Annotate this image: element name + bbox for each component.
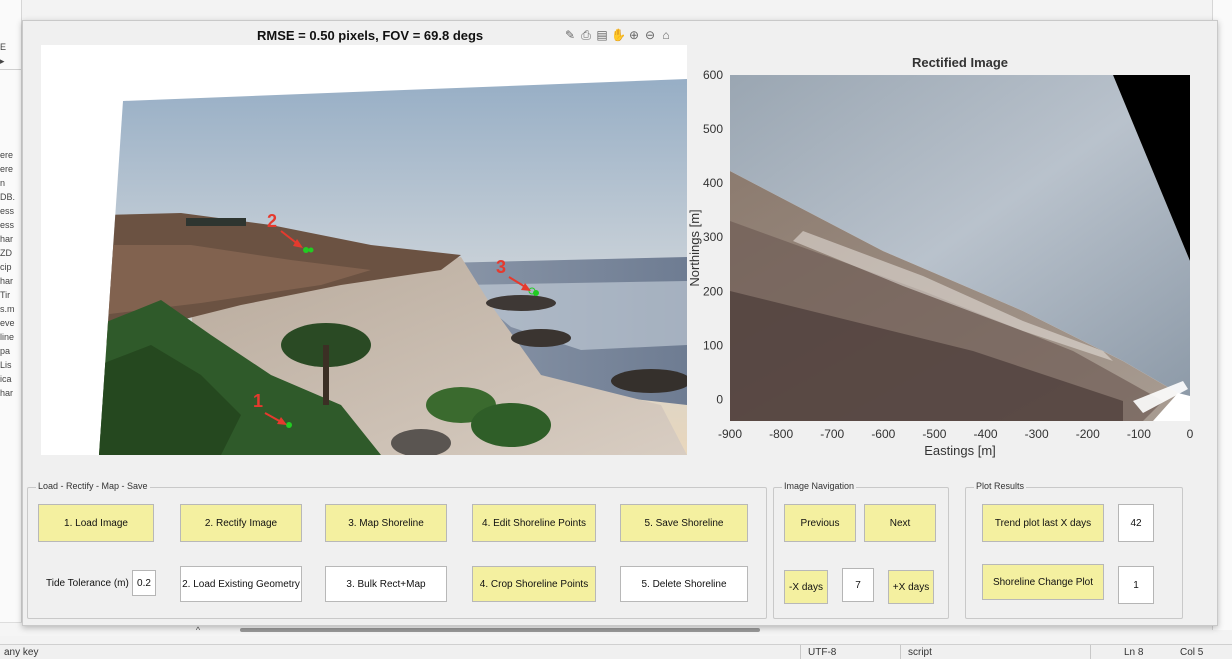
trend-plot-button[interactable]: Trend plot last X days xyxy=(982,504,1104,542)
ide-code-fragments: ere ere n DB. ess ess har ZD cip har Tir s.m eve line… xyxy=(0,70,21,400)
tide-tolerance-input[interactable]: 0.2 xyxy=(132,570,156,596)
x-tick-label: -900 xyxy=(718,427,742,441)
ide-code-fragment: line xyxy=(0,332,15,342)
x-axis-label: Eastings [m] xyxy=(924,443,996,458)
crop-shoreline-points-button[interactable]: 4. Crop Shoreline Points xyxy=(472,566,596,602)
ide-code-fragment: har xyxy=(0,234,14,244)
load-image-button[interactable]: 1. Load Image xyxy=(38,504,154,542)
status-column: Col 5 xyxy=(1180,647,1204,658)
panel-title-nav: Image Navigation xyxy=(782,481,857,491)
ide-code-fragment: Lis xyxy=(0,360,12,370)
beach-photo xyxy=(99,79,687,455)
status-line: Ln 8 xyxy=(1124,647,1144,658)
next-image-button[interactable]: Next xyxy=(864,504,936,542)
ide-code-fragment: s.m xyxy=(0,304,15,314)
ide-code-fragment: pa xyxy=(0,346,11,356)
zoom-in-icon[interactable]: ⊕ xyxy=(627,27,641,43)
y-tick-label: 400 xyxy=(703,176,723,190)
y-axis-ticks: 0 100 200 300 400 500 600 xyxy=(703,68,723,406)
x-tick-label: -100 xyxy=(1127,427,1151,441)
tide-tolerance-label: Tide Tolerance (m) xyxy=(46,578,129,589)
ide-code-fragment: Tir xyxy=(0,290,11,300)
x-tick-label: -400 xyxy=(974,427,998,441)
gcp-label-2: 2 xyxy=(267,211,277,231)
home-icon[interactable]: ⌂ xyxy=(659,27,673,43)
image-axes-title: RMSE = 0.50 pixels, FOV = 69.8 degs xyxy=(257,28,484,43)
rectify-image-button[interactable]: 2. Rectify Image xyxy=(180,504,302,542)
gcp-label-3: 3 xyxy=(496,257,506,277)
y-tick-label: 500 xyxy=(703,122,723,136)
x-tick-label: -500 xyxy=(922,427,946,441)
ide-left-toolbar: E ▸ xyxy=(0,0,21,70)
ide-code-fragment: n xyxy=(0,178,6,188)
scroll-thumb[interactable] xyxy=(240,628,760,632)
save-shoreline-button[interactable]: 5. Save Shoreline xyxy=(620,504,748,542)
x-tick-label: -200 xyxy=(1076,427,1100,441)
x-tick-label: -800 xyxy=(769,427,793,441)
brush-icon[interactable]: ✎ xyxy=(563,27,577,43)
oblique-image-axes[interactable]: 1 2 3 xyxy=(41,45,687,455)
edit-shoreline-points-button[interactable]: 4. Edit Shoreline Points xyxy=(472,504,596,542)
data-tip-icon[interactable]: ⎙ xyxy=(579,27,593,43)
delete-shoreline-button[interactable]: 5. Delete Shoreline xyxy=(620,566,748,602)
trend-days-input[interactable]: 42 xyxy=(1118,504,1154,542)
days-step-input[interactable]: 7 xyxy=(842,568,874,602)
plot-results-panel: Plot Results Trend plot last X days 42 S… xyxy=(965,481,1183,619)
map-shoreline-button[interactable]: 3. Map Shoreline xyxy=(325,504,447,542)
ide-code-fragment: ess xyxy=(0,206,15,216)
load-existing-geometry-button[interactable]: 2. Load Existing Geometry xyxy=(180,566,302,602)
load-rectify-map-save-panel: Load - Rectify - Map - Save 1. Load Imag… xyxy=(27,481,767,619)
x-axis-ticks: -900 -800 -700 -600 -500 -400 -300 -200 -100 0 xyxy=(718,427,1194,441)
y-tick-label: 300 xyxy=(703,230,723,244)
ide-code-fragment: DB. xyxy=(0,192,16,202)
legend-icon[interactable]: ▤ xyxy=(595,27,609,43)
ide-frag-arrow: ▸ xyxy=(0,56,5,66)
zoom-out-icon[interactable]: ⊖ xyxy=(643,27,657,43)
y-axis-label: Northings [m] xyxy=(687,209,702,286)
ide-code-fragment: ess xyxy=(0,220,15,230)
x-tick-label: -600 xyxy=(871,427,895,441)
y-tick-label: 600 xyxy=(703,68,723,82)
axes-toolbar: ✎ ⎙ ▤ ✋ ⊕ ⊖ ⌂ xyxy=(563,27,673,43)
ide-code-fragment: har xyxy=(0,388,14,398)
status-message: any key xyxy=(4,647,39,658)
bulk-rect-map-button[interactable]: 3. Bulk Rect+Map xyxy=(325,566,447,602)
ide-code-gutter: E ▸ ere ere n DB. ess ess har ZD cip har Tir s.m eve… xyxy=(0,0,22,630)
shoreline-change-plot-button[interactable]: Shoreline Change Plot xyxy=(982,564,1104,600)
minus-x-days-button[interactable]: -X days xyxy=(784,570,828,604)
ide-code-fragment: cip xyxy=(0,262,12,272)
gcp-label-1: 1 xyxy=(253,391,263,411)
ide-code-fragment: ZD xyxy=(0,248,12,258)
previous-image-button[interactable]: Previous xyxy=(784,504,856,542)
x-tick-label: 0 xyxy=(1187,427,1194,441)
rectified-title: Rectified Image xyxy=(912,55,1008,70)
panel-title-plot: Plot Results xyxy=(974,481,1027,491)
shoreline-figure-window: RMSE = 0.50 pixels, FOV = 69.8 degs ✎ ⎙ … xyxy=(22,20,1218,626)
ide-status-bar: any key UTF-8 script Ln 8 Col 5 xyxy=(0,644,1232,659)
panel-title-lrms: Load - Rectify - Map - Save xyxy=(36,481,150,491)
status-file-type: script xyxy=(908,647,932,658)
rectified-image xyxy=(730,75,1190,421)
pan-hand-icon[interactable]: ✋ xyxy=(611,27,626,43)
plus-x-days-button[interactable]: +X days xyxy=(888,570,934,604)
ide-code-fragment: ica xyxy=(0,374,12,384)
change-plot-input[interactable]: 1 xyxy=(1118,566,1154,604)
ide-code-fragment: har xyxy=(0,276,14,286)
ide-code-fragment: ere xyxy=(0,164,14,174)
ide-code-fragment: eve xyxy=(0,318,15,328)
y-tick-label: 100 xyxy=(703,338,723,352)
x-tick-label: -700 xyxy=(820,427,844,441)
x-tick-label: -300 xyxy=(1025,427,1049,441)
y-tick-label: 0 xyxy=(716,392,723,406)
ide-code-fragment: ere xyxy=(0,150,14,160)
ide-frag-e: E xyxy=(0,42,7,52)
image-navigation-panel: Image Navigation Previous Next -X days 7… xyxy=(773,481,949,619)
y-tick-label: 200 xyxy=(703,284,723,298)
status-encoding: UTF-8 xyxy=(808,647,837,658)
